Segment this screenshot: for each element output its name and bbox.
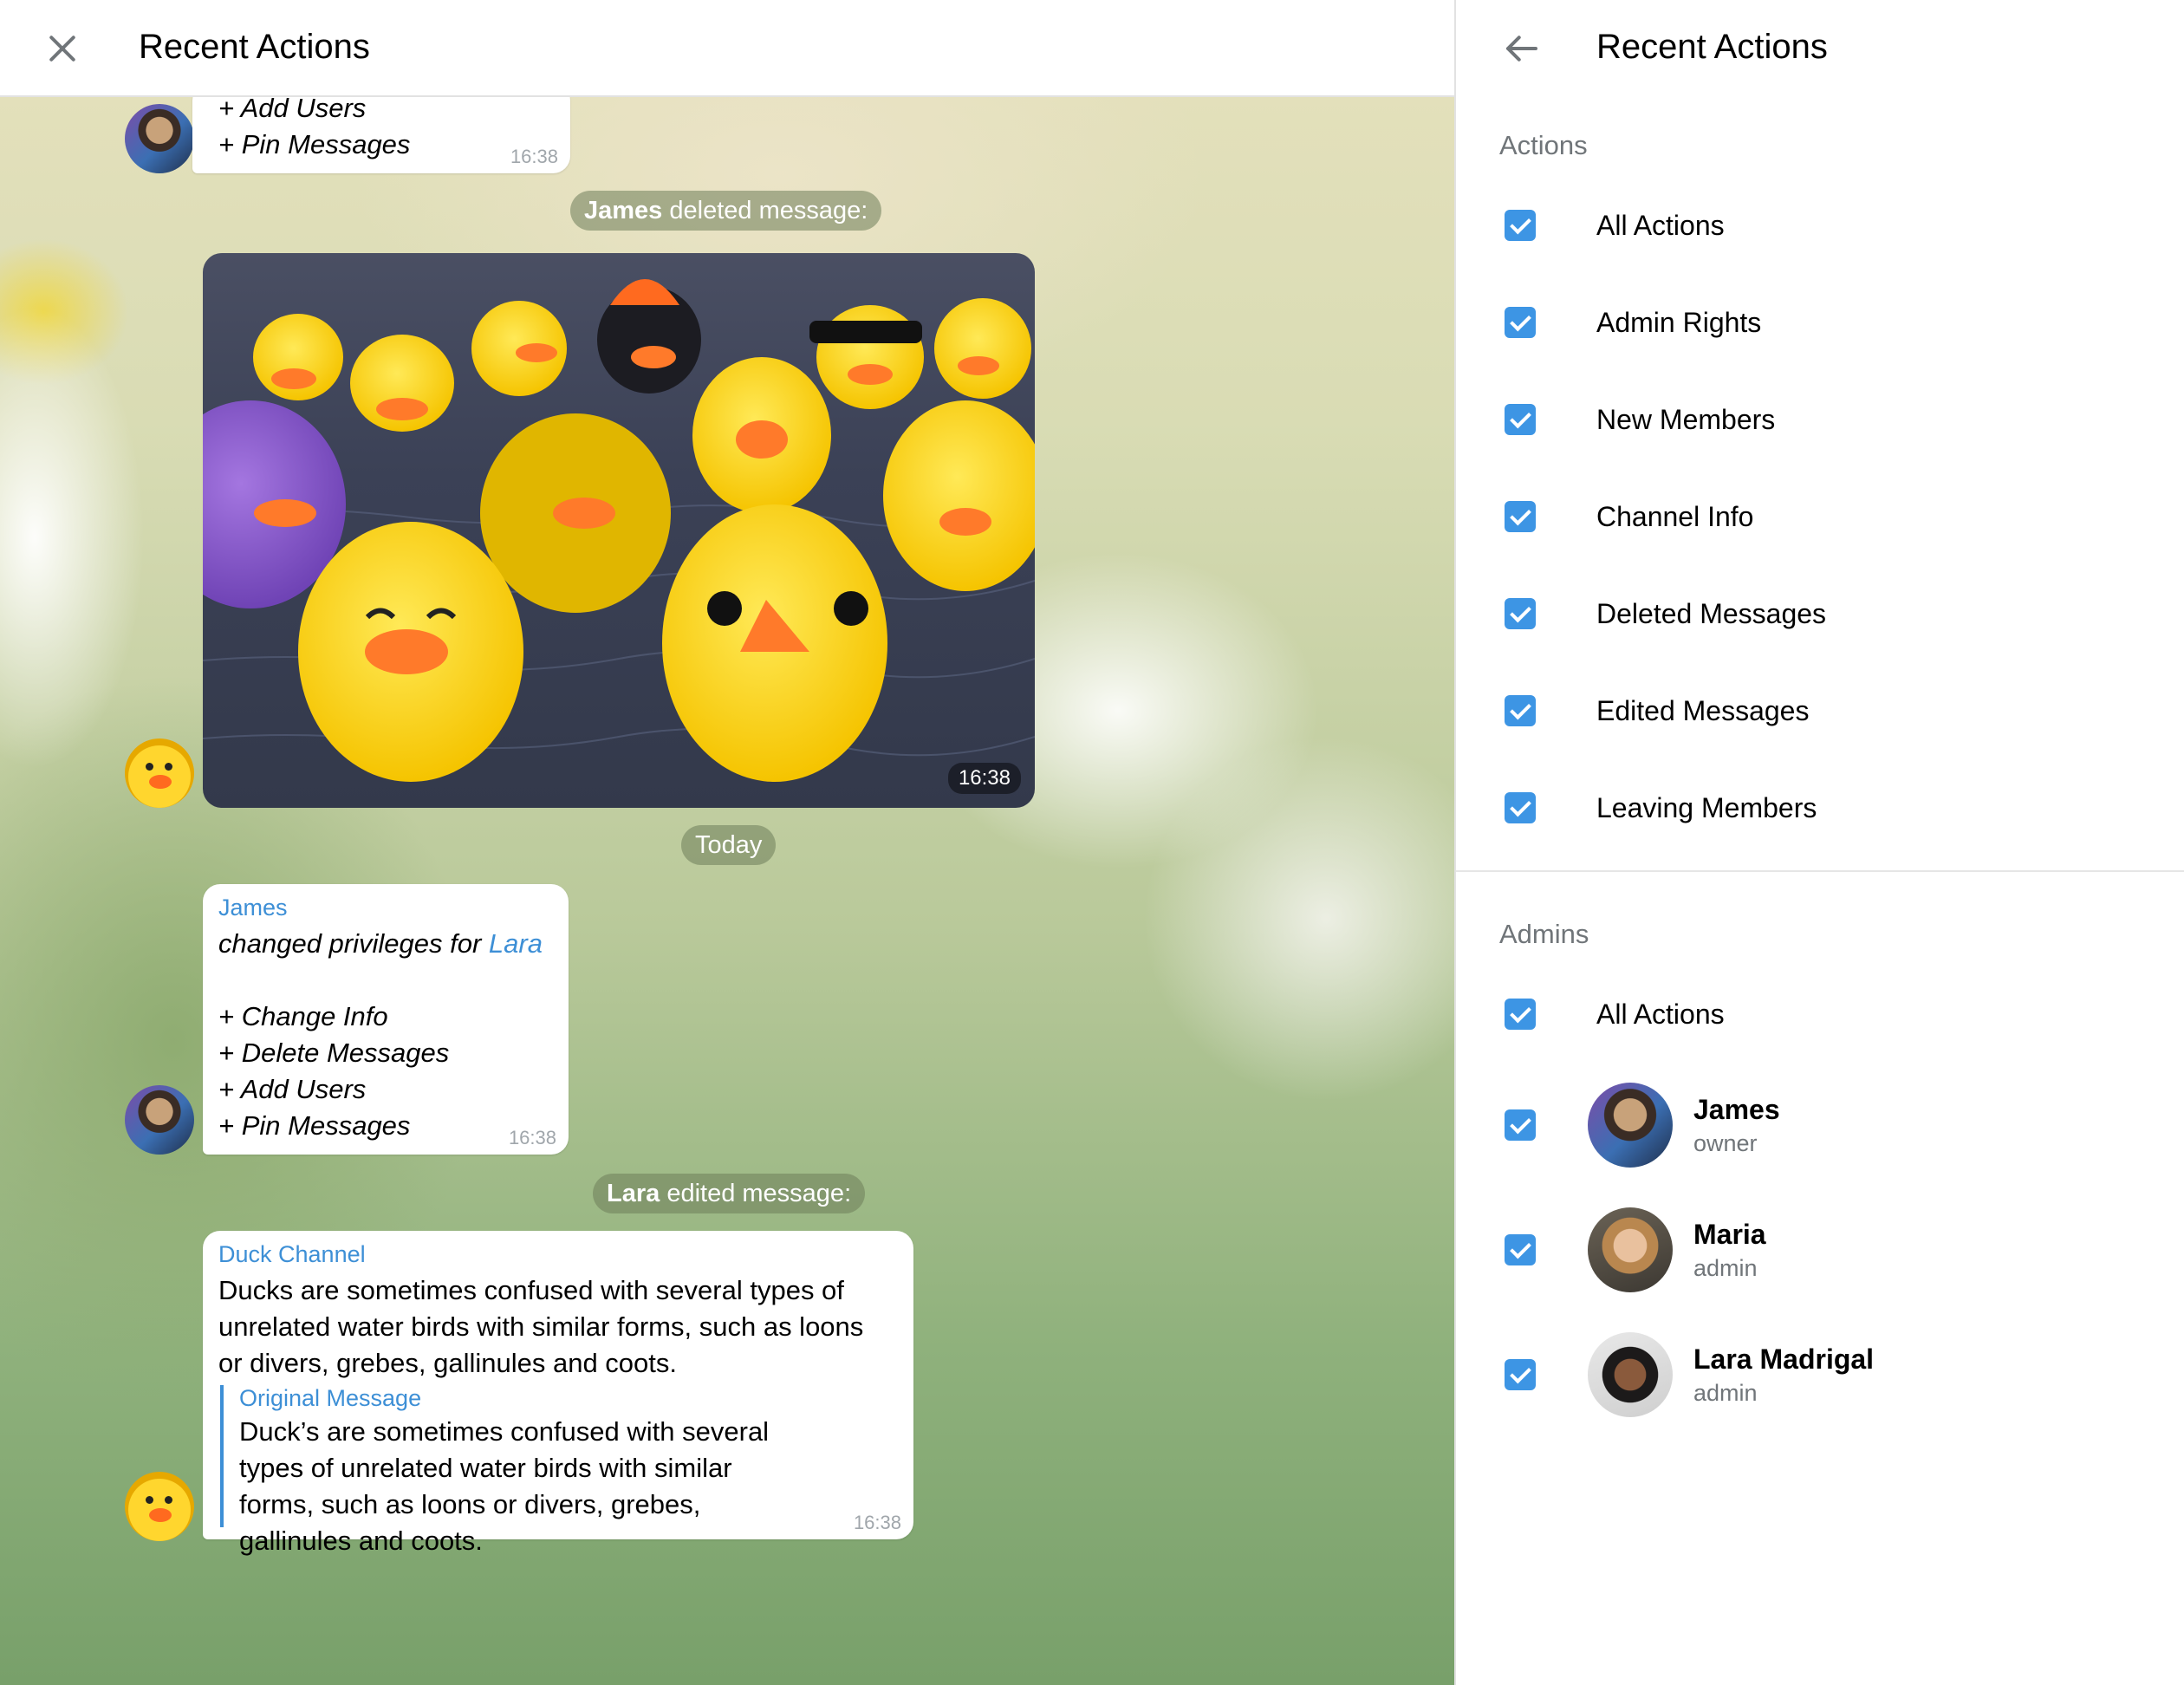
filter-panel: Recent Actions Actions All Actions Admin… — [1454, 0, 2184, 1685]
avatar — [1588, 1207, 1673, 1292]
filter-label: Deleted Messages — [1596, 598, 1827, 629]
message-time: 16:38 — [508, 1127, 556, 1148]
ducks-illustration — [203, 279, 1035, 782]
privilege-line: + Pin Messages — [218, 129, 411, 159]
checkbox-icon[interactable] — [1505, 404, 1536, 435]
service-text: edited message: — [660, 1180, 852, 1207]
filter-channel-info[interactable]: Channel Info — [1456, 473, 2184, 560]
admin-role: admin — [1693, 1255, 1758, 1281]
original-message-text: Duck’s are sometimes confused with sever… — [239, 1416, 770, 1556]
checkbox-icon[interactable] — [1505, 1234, 1536, 1265]
checkbox-icon[interactable] — [1505, 695, 1536, 726]
back-arrow-icon[interactable] — [1503, 31, 1541, 66]
admin-row-maria[interactable]: Maria admin — [1456, 1207, 2184, 1311]
actions-section-title: Actions — [1499, 130, 1588, 160]
admin-name: Maria — [1693, 1219, 1766, 1250]
filter-label: Leaving Members — [1596, 792, 1817, 823]
filter-label: Edited Messages — [1596, 695, 1810, 726]
admin-row-james[interactable]: James owner — [1456, 1082, 2184, 1186]
filter-label: Channel Info — [1596, 501, 1754, 532]
date-separator: Today — [681, 825, 777, 865]
service-message-edited: Lara edited message: — [593, 1174, 866, 1213]
duck-channel-avatar[interactable] — [125, 1472, 194, 1541]
avatar — [1588, 1332, 1673, 1417]
close-icon[interactable] — [43, 29, 81, 68]
chat-pane: + Add Users + Pin Messages 16:38 James d… — [0, 0, 1454, 1685]
admin-row-lara[interactable]: Lara Madrigal admin — [1456, 1331, 2184, 1435]
filter-edited-messages[interactable]: Edited Messages — [1456, 667, 2184, 754]
filter-deleted-messages[interactable]: Deleted Messages — [1456, 570, 2184, 657]
message-time: 16:38 — [510, 146, 558, 167]
filter-label: Admin Rights — [1596, 307, 1762, 338]
actor-name[interactable]: Lara — [607, 1180, 660, 1207]
admin-role: admin — [1693, 1380, 1758, 1406]
target-user-link[interactable]: Lara — [489, 928, 543, 959]
admin-name: Lara Madrigal — [1693, 1343, 1875, 1375]
actor-name[interactable]: James — [584, 197, 662, 224]
checkbox-icon[interactable] — [1505, 792, 1536, 823]
james-avatar[interactable] — [125, 104, 194, 173]
duck-back-row — [253, 279, 1031, 432]
chat-header: Recent Actions — [0, 0, 1454, 97]
original-message-label: Original Message — [239, 1385, 422, 1411]
checkbox-icon[interactable] — [1505, 210, 1536, 241]
message-time: 16:38 — [947, 763, 1021, 794]
page-title: Recent Actions — [139, 28, 370, 66]
checkbox-icon[interactable] — [1505, 598, 1536, 629]
section-divider — [1456, 870, 2184, 872]
service-text: deleted message: — [662, 197, 868, 224]
james-avatar[interactable] — [125, 1085, 194, 1155]
channel-name[interactable]: Duck Channel — [218, 1241, 366, 1268]
privilege-summary: changed privileges for Lara — [218, 928, 543, 959]
privilege-line: + Add Users — [218, 1074, 367, 1104]
avatar — [1588, 1083, 1673, 1168]
admin-name: James — [1693, 1094, 1780, 1125]
panel-title: Recent Actions — [1596, 28, 1828, 66]
privilege-line: + Change Info — [218, 1001, 388, 1031]
checkbox-icon[interactable] — [1505, 307, 1536, 338]
checkbox-icon[interactable] — [1505, 999, 1536, 1030]
message-time: 16:38 — [853, 1512, 901, 1533]
original-message-quote[interactable]: Original Message Duck’s are sometimes co… — [220, 1385, 792, 1556]
privilege-line: + Delete Messages — [218, 1038, 450, 1068]
filter-new-members[interactable]: New Members — [1456, 376, 2184, 463]
sender-name[interactable]: James — [218, 895, 288, 921]
duck-channel-avatar[interactable] — [125, 738, 194, 808]
service-message-deleted: James deleted message: — [570, 191, 882, 231]
checkbox-icon[interactable] — [1505, 1359, 1536, 1390]
filter-admin-rights[interactable]: Admin Rights — [1456, 279, 2184, 366]
filter-leaving-members[interactable]: Leaving Members — [1456, 764, 2184, 851]
sticker-image[interactable]: 16:38 — [203, 253, 1035, 808]
admins-section-title: Admins — [1499, 919, 1589, 949]
message-text: Ducks are sometimes confused with severa… — [218, 1275, 864, 1378]
filter-label: All Actions — [1596, 999, 1725, 1030]
filter-label: All Actions — [1596, 210, 1725, 241]
filter-label: New Members — [1596, 404, 1776, 435]
admins-all-actions[interactable]: All Actions — [1456, 971, 2184, 1057]
admin-role: owner — [1693, 1130, 1758, 1156]
checkbox-icon[interactable] — [1505, 501, 1536, 532]
filter-all-actions[interactable]: All Actions — [1456, 182, 2184, 269]
edited-message-bubble: Duck Channel Ducks are sometimes confuse… — [203, 1231, 913, 1556]
privileges-changed-bubble: James changed privileges for Lara + Chan… — [203, 884, 569, 1155]
checkbox-icon[interactable] — [1505, 1109, 1536, 1141]
